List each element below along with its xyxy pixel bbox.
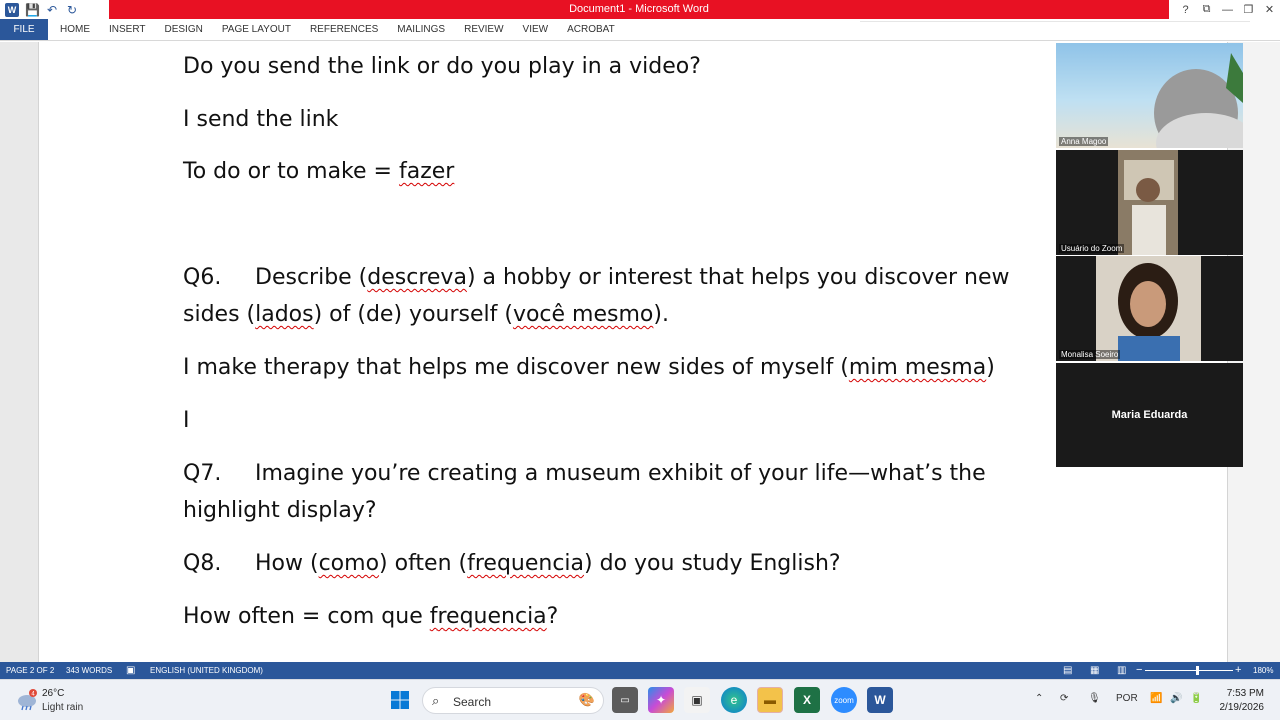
weather-temperature[interactable]: 26°C — [42, 688, 64, 699]
taskbar: 4 26°C Light rain ⌕ Search 🎨 ▭ ✦ ▣ e ▬ X… — [0, 679, 1280, 720]
ribbon-decoration — [860, 21, 1250, 39]
clock-time[interactable]: 7:53 PM — [1227, 688, 1264, 699]
answer-6[interactable]: I make therapy that helps me discover ne… — [183, 349, 1043, 386]
tab-review[interactable]: REVIEW — [464, 19, 503, 40]
undo-icon[interactable]: ↶ — [45, 3, 59, 17]
participant-name: Usuário do Zoom — [1059, 244, 1125, 253]
participant-video — [1118, 150, 1178, 255]
weather-condition[interactable]: Light rain — [42, 702, 83, 713]
redo-icon[interactable]: ↻ — [65, 3, 79, 17]
tray-overflow-icon[interactable]: ⌃ — [1035, 693, 1043, 704]
tab-home[interactable]: HOME — [60, 19, 90, 40]
volume-icon[interactable]: 🔊 — [1170, 693, 1182, 704]
minimize-button[interactable]: — — [1217, 4, 1238, 16]
ribbon-display-button[interactable]: ⧉ — [1196, 3, 1217, 16]
wifi-icon[interactable]: 📶 — [1150, 693, 1162, 704]
search-icon: ⌕ — [432, 693, 440, 708]
misspelled-word[interactable]: fazer — [399, 159, 454, 184]
close-button[interactable]: ✕ — [1259, 3, 1280, 16]
misspelled-word[interactable]: frequencia — [430, 604, 547, 629]
tab-design[interactable]: DESIGN — [165, 19, 203, 40]
zoom-in-button[interactable]: + — [1235, 662, 1241, 679]
clock-date[interactable]: 2/19/2026 — [1220, 702, 1265, 713]
tab-mailings[interactable]: MAILINGS — [397, 19, 445, 40]
word-count[interactable]: 343 WORDS — [66, 662, 112, 679]
tab-insert[interactable]: INSERT — [109, 19, 146, 40]
title-bar: W 💾 ↶ ↻ Document1 - Microsoft Word ? ⧉ —… — [0, 0, 1280, 19]
participant-name: Maria Eduarda — [1111, 409, 1188, 421]
zoom-level[interactable]: 180% — [1253, 662, 1273, 679]
participant-video — [1154, 53, 1243, 148]
restore-button[interactable]: ❐ — [1238, 3, 1259, 16]
windows-start-icon[interactable] — [387, 687, 413, 713]
tab-file[interactable]: FILE — [0, 19, 48, 40]
save-icon[interactable]: 💾 — [25, 3, 40, 17]
weather-icon[interactable]: 4 — [15, 689, 37, 711]
tab-page-layout[interactable]: PAGE LAYOUT — [222, 19, 291, 40]
participant-tile-4[interactable]: Maria Eduarda — [1056, 363, 1243, 467]
question-number: Q6. — [183, 265, 222, 290]
quick-access-toolbar: W 💾 ↶ ↻ — [0, 0, 79, 19]
participant-name: Monalisa Soeiro — [1059, 350, 1121, 359]
search-highlight-icon: 🎨 — [578, 692, 595, 707]
excel-icon[interactable]: X — [794, 687, 820, 713]
cursor-line[interactable]: I — [183, 402, 1043, 439]
window-title: Document1 - Microsoft Word — [109, 0, 1169, 19]
web-layout-icon[interactable]: ▥ — [1117, 662, 1126, 679]
store-icon[interactable]: ▣ — [684, 687, 710, 713]
question-7[interactable]: Q7. Imagine you’re creating a museum exhi… — [183, 455, 1043, 529]
doc-line-3[interactable]: To do or to make = fazer — [183, 153, 1043, 190]
question-8[interactable]: Q8. How (como) often (frequencia) do you … — [183, 545, 1043, 582]
document-page[interactable]: Do you send the link or do you play in a… — [38, 42, 1228, 662]
doc-line-2[interactable]: I send the link — [183, 101, 1043, 138]
misspelled-word[interactable]: frequencia — [467, 551, 584, 576]
doc-line-1[interactable]: Do you send the link or do you play in a… — [183, 48, 1043, 85]
zoom-slider[interactable] — [1145, 670, 1233, 671]
input-language[interactable]: POR — [1116, 693, 1138, 704]
question-number: Q8. — [183, 551, 222, 576]
word-app-icon[interactable]: W — [867, 687, 893, 713]
window-controls: ? ⧉ — ❐ ✕ — [1175, 0, 1280, 19]
misspelled-word[interactable]: mim mesma — [849, 355, 986, 380]
print-layout-icon[interactable]: ▦ — [1090, 662, 1099, 679]
edge-icon[interactable]: e — [721, 687, 747, 713]
search-label: Search — [453, 695, 492, 709]
misspelled-word[interactable]: você mesmo — [513, 302, 653, 327]
question-number: Q7. — [183, 461, 222, 486]
read-mode-icon[interactable]: ▤ — [1063, 662, 1072, 679]
taskbar-search[interactable]: ⌕ Search 🎨 — [422, 687, 604, 714]
ribbon-tabs: FILE HOME INSERT DESIGN PAGE LAYOUT REFE… — [0, 19, 1280, 41]
misspelled-word[interactable]: como — [319, 551, 379, 576]
sync-icon[interactable]: ⟳ — [1060, 693, 1068, 704]
participant-video — [1096, 256, 1201, 361]
file-explorer-icon[interactable]: ▬ — [757, 687, 783, 713]
answer-8[interactable]: How often = com que frequencia? — [183, 598, 1043, 635]
microphone-icon[interactable]: 🎙 — [1088, 693, 1101, 704]
misspelled-word[interactable]: descreva — [367, 265, 467, 290]
proofing-icon[interactable]: ▣ — [126, 662, 135, 679]
zoom-out-button[interactable]: − — [1136, 662, 1142, 679]
tab-acrobat[interactable]: ACROBAT — [567, 19, 615, 40]
word-logo-icon[interactable]: W — [5, 2, 19, 17]
language-indicator[interactable]: ENGLISH (UNITED KINGDOM) — [150, 662, 263, 679]
status-bar: PAGE 2 OF 2 343 WORDS ▣ ENGLISH (UNITED … — [0, 662, 1280, 679]
battery-icon[interactable]: 🔋 — [1190, 693, 1202, 704]
misspelled-word[interactable]: lados — [255, 302, 313, 327]
participant-tile-3[interactable]: Monalisa Soeiro — [1056, 256, 1243, 361]
help-button[interactable]: ? — [1175, 4, 1196, 16]
page-indicator[interactable]: PAGE 2 OF 2 — [6, 662, 54, 679]
tab-references[interactable]: REFERENCES — [310, 19, 378, 40]
tab-view[interactable]: VIEW — [523, 19, 549, 40]
question-6[interactable]: Q6. Describe (descreva) a hobby or intere… — [183, 259, 1043, 333]
copilot-icon[interactable]: ✦ — [648, 687, 674, 713]
participant-tile-2[interactable]: Usuário do Zoom — [1056, 150, 1243, 255]
participant-name: Anna Magoo — [1059, 137, 1109, 146]
zoom-slider-thumb[interactable] — [1196, 666, 1199, 675]
participant-tile-1[interactable]: Anna Magoo — [1056, 43, 1243, 148]
zoom-app-icon[interactable]: zoom — [831, 687, 857, 713]
task-view-icon[interactable]: ▭ — [612, 687, 638, 713]
